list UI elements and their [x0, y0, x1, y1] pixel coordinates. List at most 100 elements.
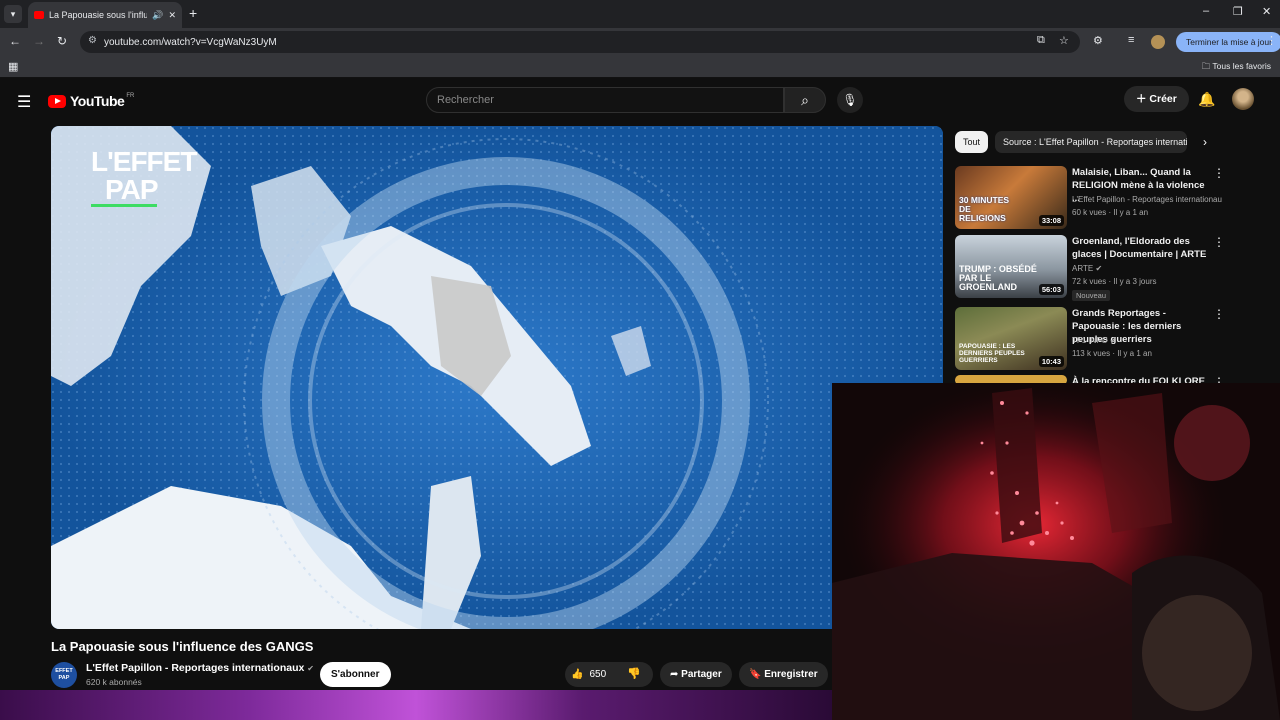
video-duration: 56:03 — [1038, 284, 1064, 295]
plus-icon: ＋ — [1136, 93, 1150, 105]
like-button[interactable]: 👍 650 — [571, 662, 606, 687]
bookmark-star-icon[interactable]: ☆ — [1059, 34, 1069, 47]
url-text: youtube.com/watch?v=VcgWaNz3UyM — [104, 36, 277, 48]
hamburger-menu-icon[interactable]: ☰ — [17, 92, 31, 112]
create-label: Créer — [1149, 93, 1177, 105]
subscribe-button[interactable]: S'abonner — [320, 662, 391, 687]
verified-check-icon: ✔ — [1095, 264, 1103, 273]
close-window-icon[interactable]: ✕ — [1262, 5, 1271, 18]
share-arrow-icon: ➦ — [670, 669, 682, 680]
new-tab-button[interactable]: + — [189, 5, 197, 21]
dislike-button[interactable]: 👎 — [627, 662, 641, 687]
forward-icon[interactable]: → — [33, 34, 45, 48]
microphone-icon[interactable]: 🎙 — [837, 87, 863, 113]
recommendation-meta: 60 k vues · Il y a 1 an — [1072, 208, 1149, 217]
recommendation-item[interactable]: PAPOUASIE : LES DERNIERS PEUPLES GUERRIE… — [955, 307, 1280, 373]
chip-source[interactable]: Source : L'Effet Papillon - Reportages i… — [995, 131, 1187, 153]
channel-label: ARTE — [1072, 264, 1094, 273]
chevron-right-icon[interactable]: › — [1203, 135, 1207, 149]
restore-icon[interactable]: ❐ — [1233, 5, 1243, 18]
logo-text: YouTube — [70, 93, 125, 109]
watermark-line2: PAP — [91, 176, 159, 207]
update-button[interactable]: Terminer la mise à jour — [1176, 32, 1280, 52]
recommendation-item[interactable]: 30 MINUTES DE RELIGIONS 33:08 Malaisie, … — [955, 166, 1280, 232]
close-tab-icon[interactable]: ✕ — [168, 10, 176, 21]
audio-playing-icon[interactable]: 🔊 — [152, 10, 163, 21]
like-count: 650 — [589, 669, 607, 680]
reading-list-icon[interactable]: ≡ — [1128, 34, 1134, 46]
all-bookmarks-label: Tous les favoris — [1212, 61, 1271, 71]
notifications-bell-icon[interactable]: 🔔 — [1198, 91, 1215, 108]
browser-tab-strip: ▾ La Papouasie sous l'influen 🔊 ✕ + – ❐ … — [0, 0, 1280, 28]
recommendation-item[interactable]: TRUMP : OBSÉDÉ PAR LE GROENLAND 56:03 Gr… — [955, 235, 1280, 301]
chip-all[interactable]: Tout — [955, 131, 989, 153]
recommendation-title[interactable]: Groenland, l'Eldorado des glaces | Docum… — [1072, 235, 1212, 261]
thumbnail-caption: TRUMP : OBSÉDÉ PAR LE GROENLAND — [959, 264, 1037, 292]
youtube-play-logo-icon — [48, 94, 66, 108]
share-button[interactable]: ➦ Partager — [660, 662, 732, 687]
reload-icon[interactable]: ↻ — [57, 34, 67, 48]
recommendation-meta: 113 k vues · Il y a 1 an — [1072, 349, 1152, 358]
search-input[interactable]: Rechercher — [426, 87, 784, 113]
channel-name-link[interactable]: L'Effet Papillon - Reportages internatio… — [86, 662, 314, 674]
webcam-feed-image — [832, 383, 1280, 720]
thumbs-down-icon: 👎 — [627, 668, 641, 680]
recommendation-thumbnail[interactable]: 30 MINUTES DE RELIGIONS 33:08 — [955, 166, 1067, 229]
webcam-overlay — [832, 383, 1280, 720]
bookmarks-bar: ▦ 🗀 Tous les favoris — [0, 56, 1280, 78]
tab-search-button[interactable]: ▾ — [4, 5, 22, 23]
apps-grid-icon[interactable]: ▦ — [8, 60, 18, 73]
channel-label: TF1 INFO — [1072, 336, 1108, 345]
search-icon[interactable]: ⌕ — [784, 87, 826, 113]
video-title: La Papouasie sous l'influence des GANGS — [51, 639, 314, 654]
more-actions-icon[interactable]: ⋮ — [1213, 166, 1225, 180]
thumbnail-caption: 30 MINUTES DE RELIGIONS — [959, 195, 1010, 223]
verified-check-icon: ✔ — [307, 664, 314, 673]
create-button[interactable]: ＋ Créer — [1124, 86, 1189, 112]
extensions-icon[interactable]: ⚙ — [1093, 34, 1103, 47]
recommendation-thumbnail[interactable]: PAPOUASIE : LES DERNIERS PEUPLES GUERRIE… — [955, 307, 1067, 370]
youtube-logo[interactable]: YouTube FR — [48, 93, 134, 109]
recommendation-channel[interactable]: L'Effet Papillon - Reportages internatio… — [1072, 195, 1222, 204]
save-label: Enregistrer — [764, 669, 818, 680]
site-info-icon[interactable]: ⚙ — [88, 35, 97, 46]
desktop-background-strip — [0, 690, 832, 720]
youtube-header: ☰ YouTube FR Rechercher ⌕ 🎙 ＋ Créer 🔔 — [0, 78, 1280, 122]
new-badge: Nouveau — [1072, 290, 1111, 301]
recommendation-meta: 72 k vues · Il y a 3 jours — [1072, 277, 1157, 286]
minimize-icon[interactable]: – — [1203, 5, 1209, 17]
watermark-line1: L'EFFET — [91, 146, 197, 177]
share-label: Partager — [681, 669, 722, 680]
save-button[interactable]: 🔖 Enregistrer — [739, 662, 828, 687]
like-dislike-group: 👍 650 👎 — [565, 662, 653, 687]
tab-title: La Papouasie sous l'influen — [49, 10, 148, 20]
back-icon[interactable]: ← — [9, 34, 21, 48]
thumbnail-caption: PAPOUASIE : LES DERNIERS PEUPLES GUERRIE… — [959, 343, 1025, 364]
browser-tab-active[interactable]: La Papouasie sous l'influen 🔊 ✕ — [28, 2, 182, 28]
more-actions-icon[interactable]: ⋮ — [1213, 235, 1225, 249]
all-bookmarks-folder[interactable]: 🗀 Tous les favoris — [1202, 61, 1271, 75]
more-actions-icon[interactable]: ⋮ — [1213, 307, 1225, 321]
video-duration: 33:08 — [1038, 215, 1064, 226]
user-avatar[interactable] — [1232, 88, 1254, 110]
cast-icon[interactable]: ⧉ — [1037, 34, 1045, 47]
video-duration: 10:43 — [1038, 356, 1064, 367]
browser-toolbar: ← → ↻ ⚙ youtube.com/watch?v=VcgWaNz3UyM … — [0, 28, 1280, 56]
bookmark-icon: 🔖 — [749, 669, 765, 680]
recommendation-channel[interactable]: ARTE ✔ — [1072, 264, 1222, 273]
recommendation-channel[interactable]: TF1 INFO ✔ — [1072, 336, 1222, 345]
logo-country: FR — [126, 93, 135, 99]
menu-kebab-icon[interactable]: ⋮ — [1266, 34, 1277, 47]
video-player[interactable]: L'EFFET PAP — [51, 126, 943, 629]
recommendation-filters: Tout Source : L'Effet Papillon - Reporta… — [955, 131, 1280, 153]
channel-avatar[interactable]: EFFET PAP — [51, 662, 77, 688]
subscriber-count: 620 k abonnés — [86, 677, 142, 687]
youtube-favicon-icon — [34, 11, 44, 19]
profile-avatar-icon[interactable] — [1151, 35, 1165, 49]
folder-icon: 🗀 — [1201, 61, 1213, 71]
thumbs-up-icon: 👍 — [571, 669, 584, 680]
address-bar[interactable]: ⚙ youtube.com/watch?v=VcgWaNz3UyM — [80, 31, 1080, 53]
recommendation-thumbnail[interactable]: TRUMP : OBSÉDÉ PAR LE GROENLAND 56:03 — [955, 235, 1067, 298]
verified-check-icon: ✔ — [1109, 336, 1117, 345]
channel-watermark: L'EFFET PAP — [91, 146, 197, 207]
